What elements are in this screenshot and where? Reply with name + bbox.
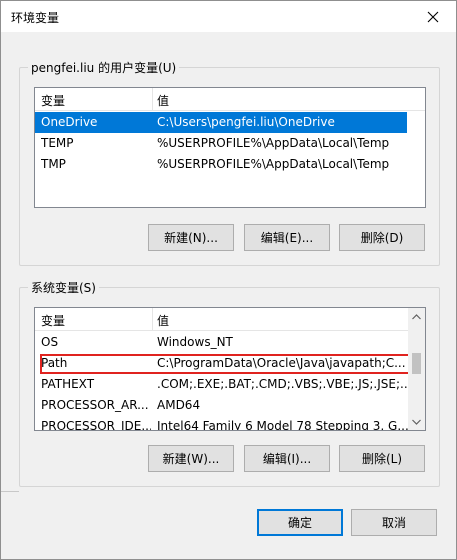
path-highlight-box <box>40 354 413 374</box>
scroll-up-icon <box>412 313 421 319</box>
window-title: 环境变量 <box>11 11 60 25</box>
user-variables-list[interactable]: 变量 值 OneDrive C:\Users\pengfei.liu\OneDr… <box>34 87 426 208</box>
list-item[interactable]: TEMP %USERPROFILE%\AppData\Local\Temp <box>35 133 407 154</box>
system-variables-list[interactable]: 变量 值 OS Windows_NT Path C:\ProgramData\O… <box>34 307 426 431</box>
scroll-thumb[interactable] <box>412 353 421 374</box>
list-item[interactable]: TMP %USERPROFILE%\AppData\Local\Temp <box>35 154 407 175</box>
environment-variables-dialog: 环境变量 pengfei.liu 的用户变量(U) 变量 值 OneDrive … <box>0 0 457 560</box>
vertical-scrollbar[interactable] <box>408 308 425 430</box>
column-header-value[interactable]: 值 <box>157 312 169 329</box>
system-delete-button[interactable]: 删除(L) <box>339 445 425 472</box>
list-header: 变量 值 <box>35 88 425 111</box>
list-header: 变量 值 <box>35 308 425 331</box>
user-variables-label: pengfei.liu 的用户变量(U) <box>28 59 180 76</box>
column-header-variable[interactable]: 变量 <box>41 92 65 109</box>
cancel-button[interactable]: 取消 <box>351 509 437 536</box>
scroll-up-button[interactable] <box>408 308 425 325</box>
close-icon <box>427 11 439 22</box>
list-item[interactable]: OS Windows_NT <box>35 332 407 353</box>
list-item[interactable]: PATHEXT .COM;.EXE;.BAT;.CMD;.VBS;.VBE;.J… <box>35 374 415 395</box>
list-item[interactable]: PROCESSOR_IDE... Intel64 Family 6 Model … <box>35 416 409 430</box>
user-edit-button[interactable]: 编辑(E)... <box>244 224 330 251</box>
background-edge <box>1 491 19 492</box>
column-header-variable[interactable]: 变量 <box>41 312 65 329</box>
column-header-value[interactable]: 值 <box>157 92 169 109</box>
user-new-button[interactable]: 新建(N)... <box>148 224 234 251</box>
scroll-down-button[interactable] <box>408 413 425 430</box>
system-edit-button[interactable]: 编辑(I)... <box>244 445 330 472</box>
close-button[interactable] <box>410 1 456 32</box>
system-variables-label: 系统变量(S) <box>28 279 99 296</box>
title-bar[interactable]: 环境变量 <box>1 1 456 32</box>
scroll-down-icon <box>412 419 421 425</box>
list-item[interactable]: PROCESSOR_AR... AMD64 <box>35 395 407 416</box>
user-delete-button[interactable]: 删除(D) <box>339 224 425 251</box>
system-new-button[interactable]: 新建(W)... <box>148 445 234 472</box>
ok-button[interactable]: 确定 <box>257 509 343 536</box>
list-item[interactable]: OneDrive C:\Users\pengfei.liu\OneDrive <box>35 112 407 133</box>
